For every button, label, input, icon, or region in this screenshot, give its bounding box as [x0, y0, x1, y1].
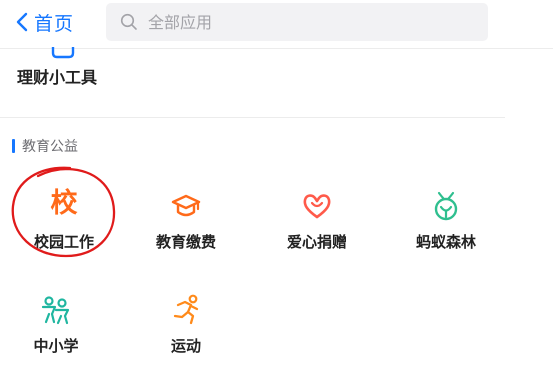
- app-label: 爱心捐赠: [286, 233, 347, 251]
- search-box[interactable]: [106, 3, 488, 41]
- app-label: 蚂蚁森林: [415, 233, 476, 251]
- app-label: 中小学: [33, 337, 79, 355]
- app-education-payment[interactable]: 教育缴费: [131, 190, 241, 270]
- app-school-work[interactable]: 校 校园工作: [9, 188, 119, 270]
- back-label: 首页: [34, 12, 75, 35]
- finance-tools-icon[interactable]: [49, 46, 77, 60]
- search-input[interactable]: [146, 11, 470, 33]
- section-accent-bar: [12, 139, 15, 153]
- app-ant-forest[interactable]: 蚂蚁森林: [391, 190, 501, 270]
- graduation-cap-icon: [170, 190, 202, 222]
- school-char-icon: 校: [50, 188, 78, 219]
- app-label: 校园工作: [33, 233, 94, 251]
- app-primary-secondary-school[interactable]: 中小学: [1, 294, 111, 374]
- search-icon: [120, 13, 137, 30]
- app-label-finance-tools[interactable]: 理财小工具: [17, 64, 97, 88]
- sprout-icon: [430, 190, 462, 222]
- chevron-left-icon: [16, 12, 28, 32]
- running-icon: [170, 294, 202, 326]
- section-title: 教育公益: [22, 139, 78, 155]
- header-divider: [0, 48, 553, 49]
- top-bar: 首页: [0, 0, 553, 48]
- heart-icon: [301, 190, 333, 222]
- section-divider: [0, 117, 505, 118]
- app-label: 运动: [170, 337, 201, 355]
- app-sports[interactable]: 运动: [131, 294, 241, 374]
- kids-icon: [40, 294, 72, 326]
- back-button[interactable]: 首页: [16, 7, 74, 37]
- section-header: 教育公益: [12, 136, 78, 156]
- app-charity-donation[interactable]: 爱心捐赠: [262, 190, 372, 270]
- app-label: 教育缴费: [155, 233, 216, 251]
